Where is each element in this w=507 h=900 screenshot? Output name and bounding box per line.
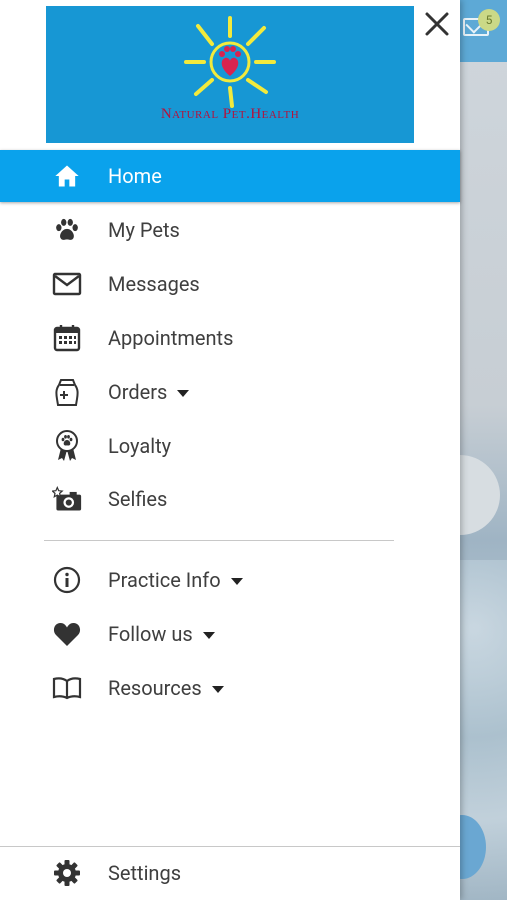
gear-icon	[52, 858, 82, 888]
heart-icon	[52, 619, 82, 649]
menu-item-orders[interactable]: Orders	[0, 366, 460, 418]
home-icon	[52, 161, 82, 191]
chevron-down-icon	[202, 632, 215, 640]
chevron-down-icon	[230, 578, 243, 586]
menu-item-my-pets[interactable]: My Pets	[0, 204, 460, 256]
chevron-down-icon	[177, 390, 190, 398]
menu-item-appointments[interactable]: Appointments	[0, 312, 460, 364]
book-icon	[52, 673, 82, 703]
menu-item-label: Messages	[108, 272, 200, 296]
chevron-down-icon	[211, 686, 224, 694]
menu-item-label: My Pets	[108, 218, 180, 242]
close-icon	[425, 12, 449, 36]
menu-item-selfies[interactable]: Selfies	[0, 473, 460, 525]
camera-star-icon	[52, 484, 82, 514]
award-ribbon-icon	[52, 430, 82, 461]
menu-item-label: Loyalty	[108, 434, 172, 458]
menu-item-label: Orders	[108, 380, 190, 404]
menu-item-label: Appointments	[108, 326, 234, 350]
menu-item-messages[interactable]: Messages	[0, 258, 460, 310]
food-bag-icon	[52, 377, 82, 407]
mail-icon	[52, 269, 82, 299]
menu-item-settings[interactable]: Settings	[0, 847, 460, 899]
menu-item-resources[interactable]: Resources	[0, 662, 460, 714]
menu-item-label: Home	[108, 164, 162, 188]
menu-item-label: Follow us	[108, 622, 215, 646]
menu-item-label: Selfies	[108, 487, 168, 511]
background-top-bar: 5	[460, 0, 507, 62]
menu-item-label: Resources	[108, 676, 224, 700]
logo-text: Natural Pet.Health	[160, 106, 300, 122]
background-app: 5	[420, 0, 507, 900]
menu-item-label: Practice Info	[108, 568, 243, 592]
practice-logo: Natural Pet.Health	[46, 6, 414, 143]
menu-item-loyalty[interactable]: Loyalty	[0, 420, 460, 472]
menu-divider	[44, 540, 394, 541]
calendar-icon	[52, 323, 82, 353]
menu-item-follow-us[interactable]: Follow us	[0, 608, 460, 660]
info-icon	[52, 565, 82, 595]
menu-item-home[interactable]: Home	[0, 150, 460, 202]
paw-icon	[52, 215, 82, 245]
close-button[interactable]	[421, 8, 453, 40]
message-badge: 5	[478, 9, 500, 31]
navigation-drawer: Natural Pet.Health Home My Pets Messages…	[0, 0, 460, 900]
menu-item-practice-info[interactable]: Practice Info	[0, 554, 460, 606]
menu-item-label: Settings	[108, 861, 182, 885]
